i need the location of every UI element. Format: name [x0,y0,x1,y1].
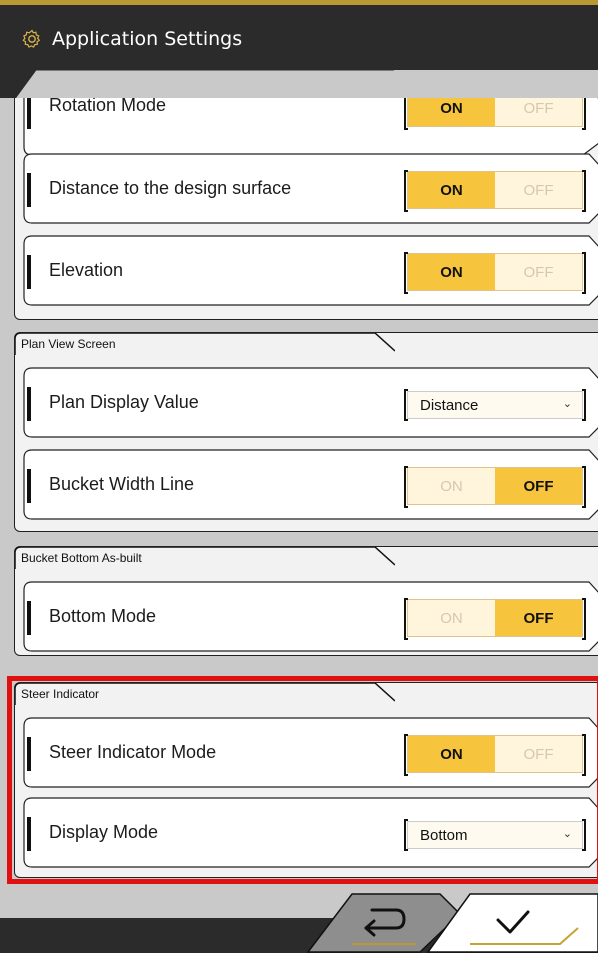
toggle-on-option[interactable]: ON [408,254,495,290]
row-label: Distance to the design surface [49,178,292,198]
chevron-down-icon: ⌄ [562,828,572,840]
display-settings-group: Rotation Mode ON OFF Distance to the des… [14,98,598,320]
bracket-left [404,819,408,851]
steer-indicator-group: Steer Indicator Steer Indicator Mode ON … [14,682,598,878]
bracket-right [582,819,586,851]
bucket-width-line-row: Bucket Width Line ON OFF [23,449,598,523]
toggle-off-option[interactable]: OFF [495,172,582,208]
footer [0,888,598,953]
toggle-off-option[interactable]: OFF [495,98,582,126]
chevron-down-icon: ⌄ [562,398,572,410]
bracket-left [404,598,408,640]
footer-buttons [306,893,598,953]
plan-view-screen-group: Plan View Screen Plan Display Value Dist… [14,332,598,532]
bracket-right [582,734,586,776]
select-value: Bottom [420,826,468,844]
row-accent-bar [27,173,31,207]
toggle-off-option[interactable]: OFF [495,600,582,636]
group-title: Steer Indicator [21,687,100,701]
display-mode-select[interactable]: Bottom ⌄ [404,819,586,851]
row-label: Bucket Width Line [49,474,195,494]
page-title: Application Settings [52,28,243,50]
row-label: Plan Display Value [49,392,199,412]
toggle-on-option[interactable]: ON [408,468,495,504]
row-label: Rotation Mode [49,98,167,115]
elevation-toggle[interactable]: ON OFF [404,252,586,294]
bracket-right [582,98,586,130]
bracket-left [404,734,408,776]
bracket-right [582,252,586,294]
group-title: Bucket Bottom As-built [21,551,142,565]
bracket-right [582,466,586,508]
toggle-off-option[interactable]: OFF [495,468,582,504]
header-tab-shape [14,70,598,100]
display-mode-row: Display Mode Bottom ⌄ [23,797,598,871]
toggle-on-option[interactable]: ON [408,98,495,126]
toggle-on-option[interactable]: ON [408,172,495,208]
row-accent-bar [27,601,31,635]
gear-icon [22,29,41,48]
toggle-on-option[interactable]: ON [408,736,495,772]
bracket-left [404,389,408,421]
distance-design-surface-row: Distance to the design surface ON OFF [23,153,598,227]
bucket-bottom-as-built-group: Bucket Bottom As-built Bottom Mode ON OF… [14,546,598,656]
steer-indicator-mode-toggle[interactable]: ON OFF [404,734,586,776]
bucket-width-line-toggle[interactable]: ON OFF [404,466,586,508]
bracket-left [404,170,408,212]
bracket-right [582,170,586,212]
elevation-row: Elevation ON OFF [23,235,598,309]
bottom-mode-toggle[interactable]: ON OFF [404,598,586,640]
bracket-right [582,598,586,640]
toggle-off-option[interactable]: OFF [495,254,582,290]
header: Application Settings [0,0,598,100]
distance-design-surface-toggle[interactable]: ON OFF [404,170,586,212]
row-accent-bar [27,737,31,771]
plan-display-value-row: Plan Display Value Distance ⌄ [23,367,598,441]
bracket-left [404,98,408,130]
header-accent-line [0,0,598,5]
select-value: Distance [420,396,479,414]
steer-indicator-mode-row: Steer Indicator Mode ON OFF [23,717,598,791]
settings-list[interactable]: Rotation Mode ON OFF Distance to the des… [0,98,598,888]
bottom-mode-row: Bottom Mode ON OFF [23,581,598,655]
row-accent-bar [27,817,31,851]
row-accent-bar [27,387,31,421]
toggle-on-option[interactable]: ON [408,600,495,636]
plan-display-value-select[interactable]: Distance ⌄ [404,389,586,421]
bracket-left [404,252,408,294]
bracket-left [404,466,408,508]
group-title: Plan View Screen [21,337,116,351]
row-accent-bar [27,98,31,129]
row-accent-bar [27,469,31,503]
row-accent-bar [27,255,31,289]
rotation-mode-toggle[interactable]: ON OFF [404,98,586,130]
toggle-off-option[interactable]: OFF [495,736,582,772]
row-label: Steer Indicator Mode [49,742,217,762]
header-title-group: Application Settings [22,28,242,50]
row-label: Elevation [49,260,124,280]
row-label: Display Mode [49,822,159,842]
bracket-right [582,389,586,421]
row-label: Bottom Mode [49,606,157,626]
settings-screen: Application Settings Rotation Mode ON OF… [0,0,598,953]
